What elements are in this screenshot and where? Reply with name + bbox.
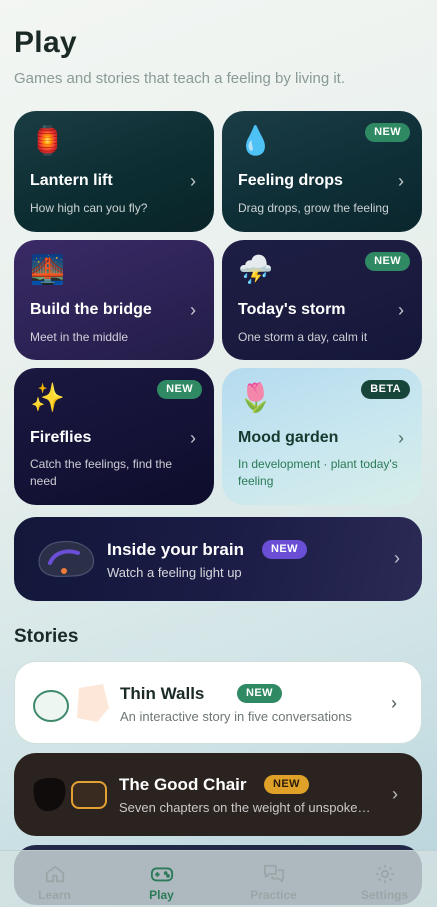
thin-walls-art bbox=[33, 684, 109, 722]
new-badge: NEW bbox=[365, 123, 410, 142]
lantern-icon: 🏮 bbox=[30, 125, 65, 156]
game-card-title: Lantern lift bbox=[30, 172, 113, 189]
chevron-right-icon: › bbox=[394, 548, 400, 568]
chat-bubbles-icon bbox=[263, 864, 284, 883]
good-chair-art bbox=[33, 777, 107, 812]
brain-card-subtitle: Watch a feeling light up bbox=[107, 565, 242, 580]
chevron-right-icon: › bbox=[398, 171, 404, 191]
sparkles-icon: ✨ bbox=[30, 382, 65, 413]
chevron-right-icon: › bbox=[398, 428, 404, 448]
story-card-the-good-chair[interactable]: The Good Chair NEW Seven chapters on the… bbox=[14, 753, 422, 836]
game-card-feeling-drops[interactable]: 💧 NEW Feeling drops Drag drops, grow the… bbox=[222, 111, 422, 232]
chevron-right-icon: › bbox=[190, 300, 196, 320]
chevron-right-icon: › bbox=[190, 171, 196, 191]
inside-your-brain-card[interactable]: Inside your brain NEW Watch a feeling li… bbox=[14, 517, 422, 601]
stories-heading: Stories bbox=[14, 626, 79, 647]
tab-learn[interactable]: Learn bbox=[0, 851, 109, 907]
tab-settings[interactable]: Settings bbox=[330, 851, 437, 907]
new-badge: NEW bbox=[157, 380, 202, 399]
brain-icon bbox=[38, 540, 95, 578]
bridge-icon: 🌉 bbox=[30, 254, 65, 285]
game-card-mood-garden[interactable]: 🌷 BETA Mood garden In development · plan… bbox=[222, 368, 422, 505]
chevron-right-icon: › bbox=[398, 300, 404, 320]
tab-label: Play bbox=[149, 888, 174, 902]
game-card-todays-storm[interactable]: ⛈️ NEW Today's storm One storm a day, ca… bbox=[222, 240, 422, 360]
bottom-tab-bar: Learn Play Practice Settings bbox=[0, 850, 437, 907]
game-card-subtitle: One storm a day, calm it bbox=[238, 330, 368, 344]
story-subtitle: An interactive story in five conversatio… bbox=[120, 709, 352, 724]
new-badge: NEW bbox=[264, 775, 309, 794]
game-card-title: Fireflies bbox=[30, 429, 92, 446]
droplet-icon: 💧 bbox=[238, 125, 273, 156]
tab-play[interactable]: Play bbox=[107, 851, 216, 907]
game-card-subtitle: How high can you fly? bbox=[30, 201, 148, 215]
gear-icon bbox=[375, 864, 394, 884]
new-badge: NEW bbox=[262, 540, 307, 559]
beta-badge: BETA bbox=[361, 380, 410, 399]
page-subtitle: Games and stories that teach a feeling b… bbox=[14, 70, 346, 87]
chevron-right-icon: › bbox=[190, 428, 196, 448]
game-card-fireflies[interactable]: ✨ NEW Fireflies Catch the feelings, find… bbox=[14, 368, 214, 505]
tab-label: Learn bbox=[38, 888, 71, 902]
story-title: The Good Chair bbox=[119, 775, 247, 794]
game-card-subtitle: In development · plant today's feeling bbox=[238, 457, 398, 488]
chevron-right-icon: › bbox=[391, 693, 397, 713]
tab-label: Settings bbox=[360, 888, 409, 902]
game-card-subtitle: Drag drops, grow the feeling bbox=[238, 201, 389, 215]
story-card-thin-walls[interactable]: Thin Walls NEW An interactive story in f… bbox=[14, 661, 422, 744]
chevron-right-icon: › bbox=[392, 784, 398, 804]
new-badge: NEW bbox=[365, 252, 410, 271]
game-card-title: Mood garden bbox=[238, 429, 339, 446]
game-card-subtitle: Catch the feelings, find the need bbox=[30, 457, 173, 488]
new-badge: NEW bbox=[237, 684, 282, 703]
gamepad-icon bbox=[150, 867, 173, 882]
game-card-build-the-bridge[interactable]: 🌉 Build the bridge Meet in the middle › bbox=[14, 240, 214, 360]
game-card-title: Build the bridge bbox=[30, 301, 152, 318]
game-card-title: Today's storm bbox=[238, 301, 346, 318]
game-card-title: Feeling drops bbox=[238, 172, 343, 189]
story-subtitle: Seven chapters on the weight of unspoken… bbox=[119, 800, 374, 815]
tab-label: Practice bbox=[250, 888, 297, 902]
brain-card-title: Inside your brain bbox=[107, 540, 244, 559]
tulip-icon: 🌷 bbox=[238, 382, 273, 413]
game-card-lantern-lift[interactable]: 🏮 Lantern lift How high can you fly? › bbox=[14, 111, 214, 232]
game-card-subtitle: Meet in the middle bbox=[30, 330, 129, 344]
house-icon bbox=[45, 865, 64, 883]
page-title: Play bbox=[14, 26, 77, 59]
tab-practice[interactable]: Practice bbox=[219, 851, 328, 907]
storm-cloud-icon: ⛈️ bbox=[238, 254, 273, 285]
story-title: Thin Walls bbox=[120, 684, 205, 703]
